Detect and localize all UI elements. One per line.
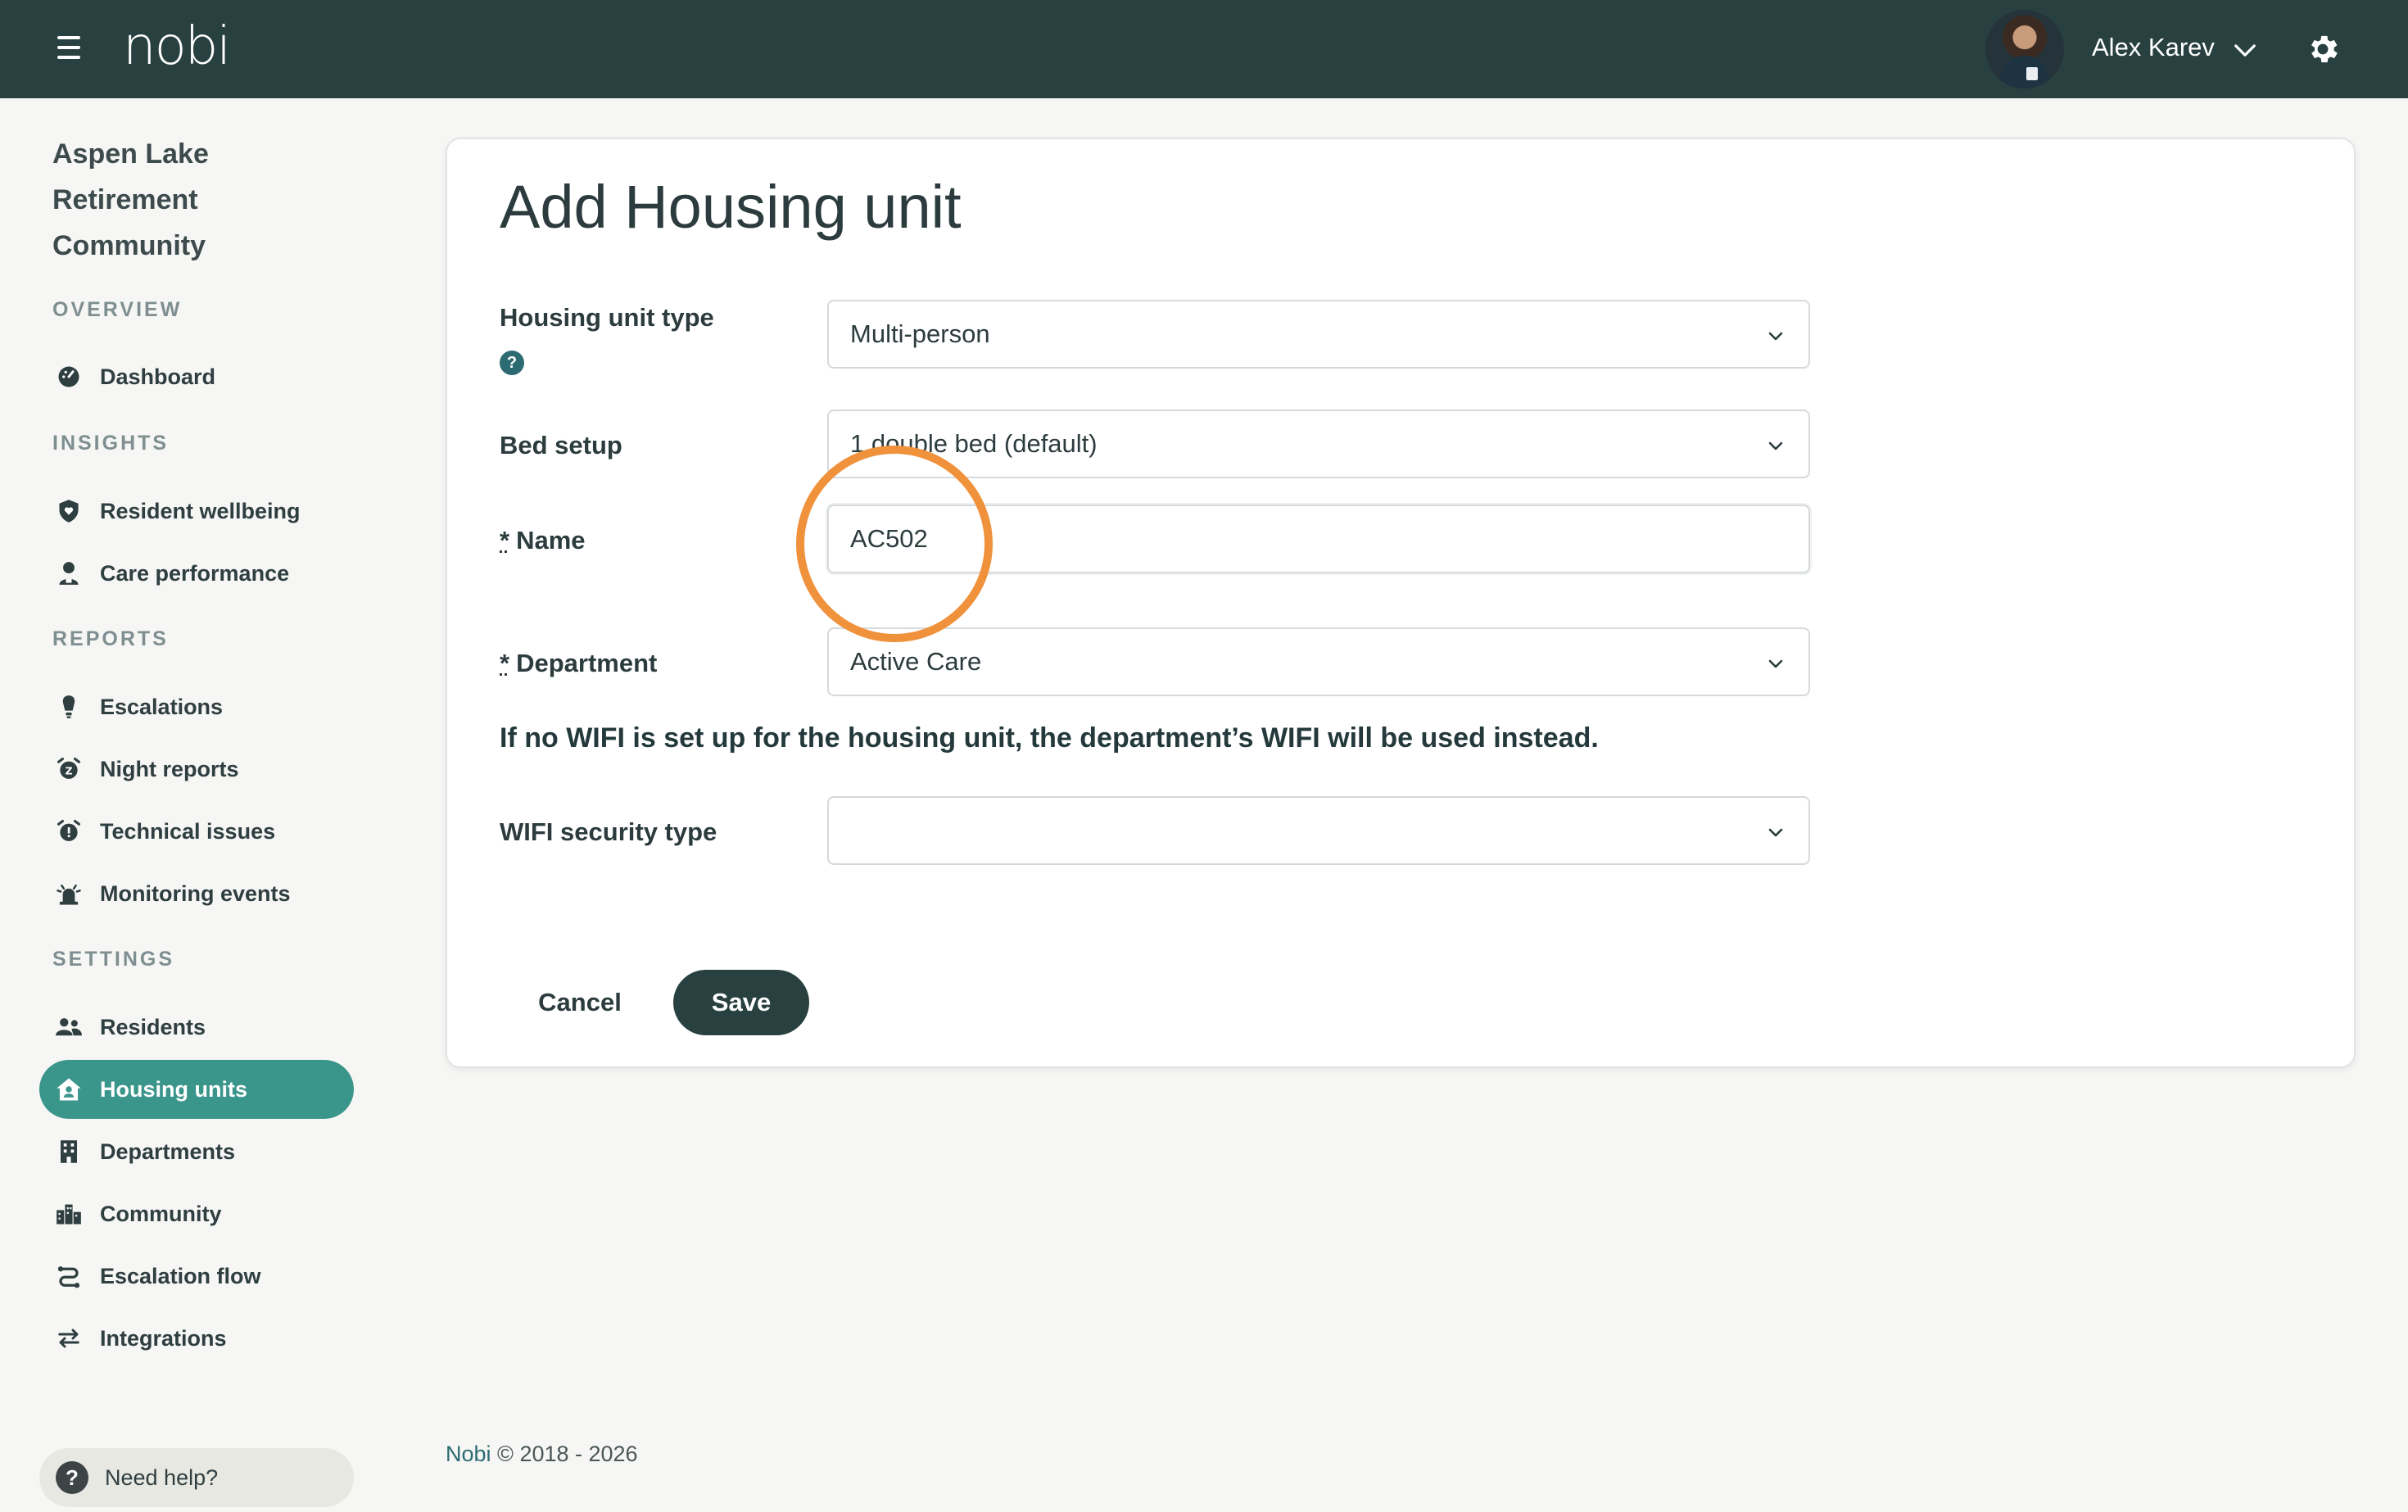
need-help-button[interactable]: ? Need help? xyxy=(39,1448,354,1507)
section-overview: OVERVIEW xyxy=(52,298,183,321)
sidebar-item-label: Dashboard xyxy=(100,364,216,389)
name-label-text: Name xyxy=(516,526,586,555)
wifi-info-text: If no WIFI is set up for the housing uni… xyxy=(500,722,1599,754)
sidebar-item-label: Night reports xyxy=(100,756,239,781)
housing-unit-type-label: Housing unit type xyxy=(500,303,714,332)
city-icon xyxy=(56,1201,82,1227)
sidebar-item-label: Integrations xyxy=(100,1325,227,1351)
chevron-down-icon xyxy=(1768,659,1783,668)
sidebar-item-label: Housing units xyxy=(100,1076,247,1102)
required-mark: * xyxy=(500,649,510,677)
avatar[interactable] xyxy=(1985,10,2064,88)
alarm-warning-icon xyxy=(56,818,82,844)
sidebar-item-label: Escalation flow xyxy=(100,1263,261,1288)
department-value: Active Care xyxy=(850,647,982,676)
sidebar-item-departments[interactable]: Departments xyxy=(39,1122,354,1181)
question-icon: ? xyxy=(56,1461,88,1494)
name-label: * Name xyxy=(500,526,586,555)
page-title: Add Housing unit xyxy=(500,173,962,241)
chevron-down-icon xyxy=(1768,441,1783,450)
sidebar-item-label: Departments xyxy=(100,1139,236,1164)
add-housing-unit-card xyxy=(446,138,2356,1068)
sidebar-item-night-reports[interactable]: Z Night reports xyxy=(39,740,354,799)
footer-brand-link[interactable]: Nobi xyxy=(446,1442,491,1466)
save-button[interactable]: Save xyxy=(673,970,809,1035)
user-name[interactable]: Alex Karev xyxy=(2092,33,2215,62)
sidebar-item-label: Monitoring events xyxy=(100,880,291,906)
section-insights: INSIGHTS xyxy=(52,432,170,455)
sidebar-item-dashboard[interactable]: Dashboard xyxy=(39,347,354,406)
department-label: * Department xyxy=(500,649,657,678)
building-icon xyxy=(56,1139,82,1165)
alert-bulb-icon xyxy=(56,694,82,720)
dashboard-icon xyxy=(56,364,82,390)
bed-setup-value: 1 double bed (default) xyxy=(850,429,1098,458)
sidebar-item-community[interactable]: Community xyxy=(39,1184,354,1243)
sidebar-item-escalations[interactable]: Escalations xyxy=(39,677,354,736)
required-mark: * xyxy=(500,526,510,555)
arrows-exchange-icon xyxy=(56,1325,82,1351)
help-icon[interactable]: ? xyxy=(500,351,524,375)
route-icon xyxy=(56,1263,82,1289)
department-label-text: Department xyxy=(516,649,658,677)
sidebar-item-label: Resident wellbeing xyxy=(100,498,301,523)
wifi-security-type-select[interactable] xyxy=(827,796,1810,865)
need-help-label: Need help? xyxy=(105,1464,219,1490)
sidebar-item-residents[interactable]: Residents xyxy=(39,998,354,1057)
siren-icon xyxy=(56,880,82,907)
sidebar-item-label: Community xyxy=(100,1201,222,1226)
sidebar-item-label: Care performance xyxy=(100,560,290,586)
name-value: AC502 xyxy=(850,524,928,553)
gear-icon[interactable] xyxy=(2305,31,2341,67)
chevron-down-icon xyxy=(1768,332,1783,341)
menu-icon[interactable] xyxy=(51,36,87,62)
sidebar-item-label: Escalations xyxy=(100,694,224,719)
shield-heart-icon xyxy=(56,498,82,524)
chevron-down-icon xyxy=(1768,828,1783,837)
sidebar-item-escalation-flow[interactable]: Escalation flow xyxy=(39,1247,354,1306)
bed-setup-select[interactable]: 1 double bed (default) xyxy=(827,410,1810,478)
sidebar-item-integrations[interactable]: Integrations xyxy=(39,1309,354,1368)
section-reports: REPORTS xyxy=(52,627,169,650)
sidebar-item-resident-wellbeing[interactable]: Resident wellbeing xyxy=(39,482,354,541)
user-badge-icon xyxy=(56,560,82,586)
sidebar-item-label: Technical issues xyxy=(100,818,276,844)
footer-copyright: © 2018 - 2026 xyxy=(497,1442,638,1466)
sidebar-item-monitoring-events[interactable]: Monitoring events xyxy=(39,864,354,923)
wifi-security-type-label: WIFI security type xyxy=(500,817,717,846)
section-settings: SETTINGS xyxy=(52,948,175,971)
community-name: Aspen Lake Retirement Community xyxy=(52,138,209,261)
alarm-clock-icon: Z xyxy=(56,756,82,782)
sidebar-item-care-performance[interactable]: Care performance xyxy=(39,544,354,603)
name-input[interactable]: AC502 xyxy=(827,505,1810,573)
cancel-button[interactable]: Cancel xyxy=(519,970,640,1035)
sidebar-item-label: Residents xyxy=(100,1014,206,1039)
svg-text:Z: Z xyxy=(65,764,72,776)
bed-setup-label: Bed setup xyxy=(500,431,622,459)
users-icon xyxy=(56,1014,82,1040)
chevron-down-icon[interactable] xyxy=(2233,38,2257,62)
housing-unit-type-value: Multi-person xyxy=(850,319,990,348)
department-select[interactable]: Active Care xyxy=(827,627,1810,696)
sidebar-item-housing-units[interactable]: Housing units xyxy=(39,1060,354,1119)
house-user-icon xyxy=(56,1076,82,1102)
sidebar-item-technical-issues[interactable]: Technical issues xyxy=(39,802,354,861)
top-bar: nobi Alex Karev xyxy=(0,0,2408,98)
footer: Nobi © 2018 - 2026 xyxy=(446,1442,638,1467)
nobi-logo[interactable]: nobi xyxy=(123,16,231,77)
housing-unit-type-select[interactable]: Multi-person xyxy=(827,300,1810,369)
